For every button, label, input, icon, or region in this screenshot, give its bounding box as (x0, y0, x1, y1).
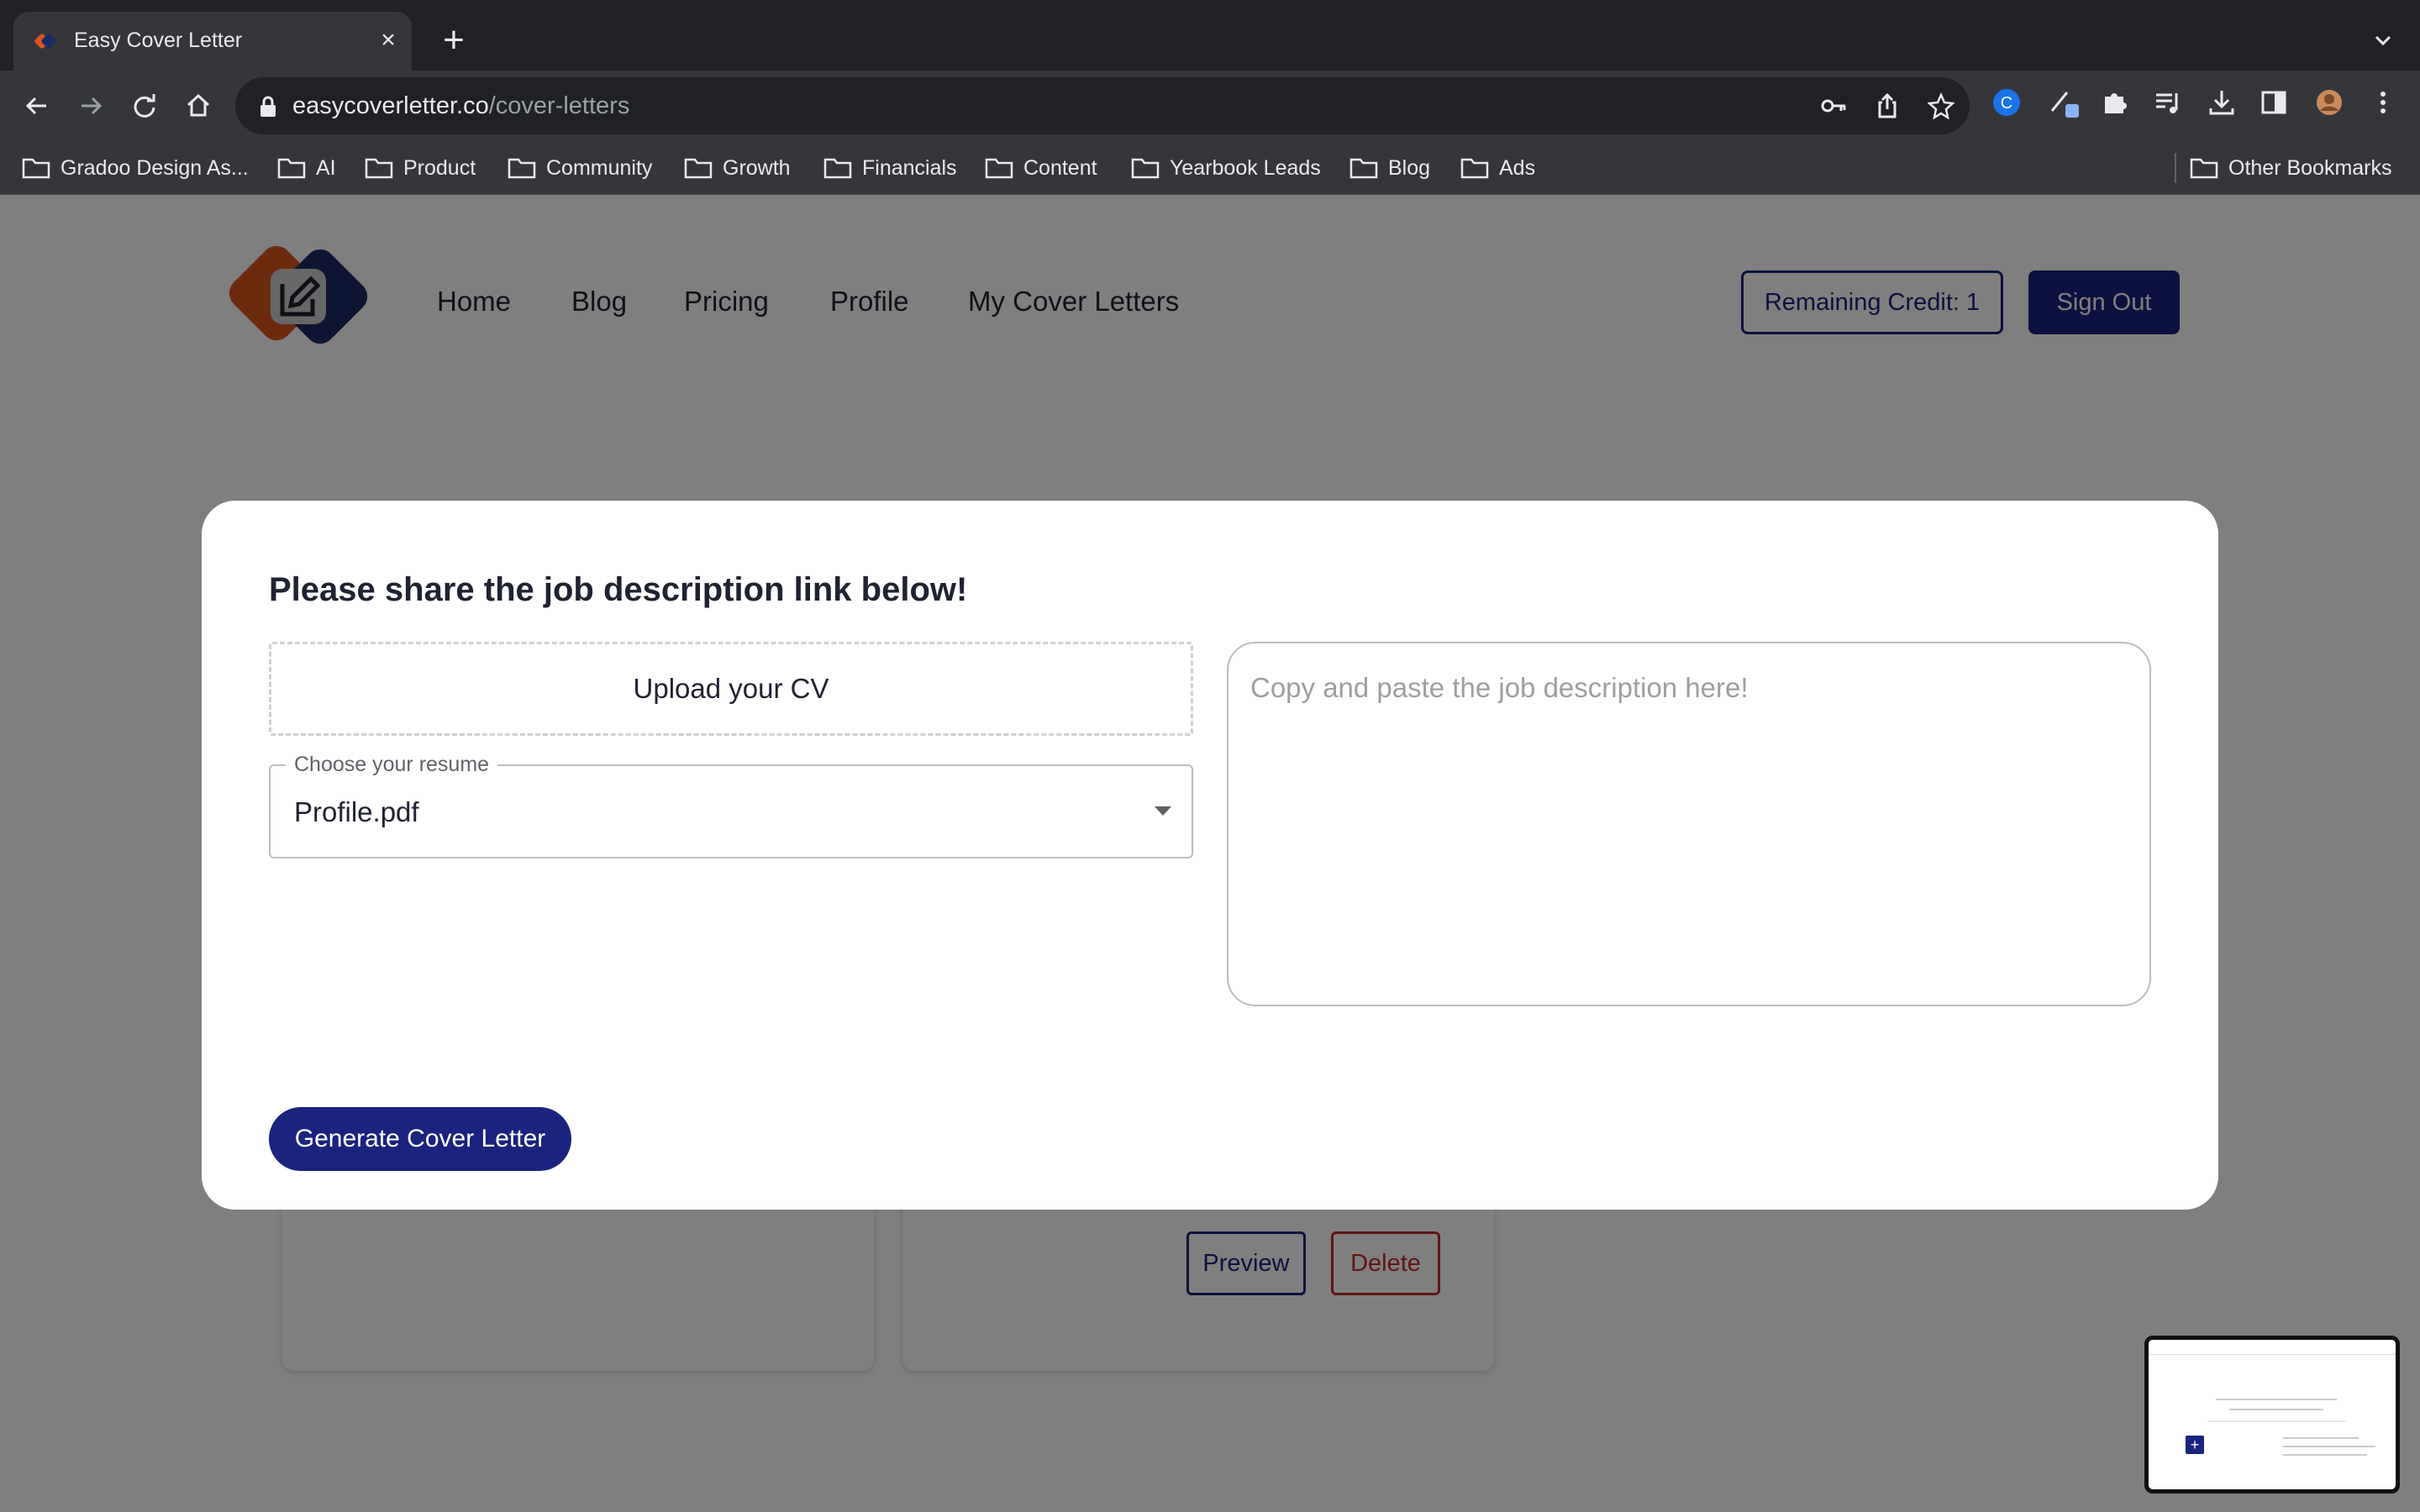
key-icon[interactable] (1818, 91, 1849, 121)
home-icon[interactable] (178, 86, 218, 126)
reload-icon[interactable] (124, 86, 165, 126)
lock-icon (260, 96, 276, 117)
bookmark-folder[interactable]: Financials (823, 153, 957, 183)
bookmark-folder[interactable]: Gradoo Design As... (22, 153, 249, 183)
side-panel-icon[interactable] (2257, 86, 2291, 119)
bookmark-folder[interactable]: Product (365, 153, 476, 183)
folder-icon (684, 158, 713, 179)
back-icon[interactable] (17, 86, 57, 126)
bookmark-folder[interactable]: Ads (1460, 153, 1535, 183)
dropdown-arrow-icon (1155, 806, 1171, 816)
new-tab-icon[interactable]: + (437, 22, 471, 59)
folder-icon (1349, 158, 1378, 179)
svg-text:C: C (2001, 94, 2012, 113)
thumbnail-line (2283, 1446, 2375, 1447)
chevron-down-icon[interactable] (2368, 25, 2398, 55)
folder-icon (985, 158, 1013, 179)
folder-icon (22, 158, 50, 179)
thumbnail-line (2229, 1409, 2323, 1410)
bookmark-folder[interactable]: Content (985, 153, 1097, 183)
job-description-textarea[interactable] (1227, 642, 2151, 1006)
bookmark-folder[interactable]: Yearbook Leads (1131, 153, 1321, 183)
page-viewport: Home Blog Pricing Profile My Cover Lette… (0, 195, 2420, 1512)
bookmark-folder[interactable]: Growth (684, 153, 791, 183)
browser-tab[interactable]: Easy Cover Letter × (13, 12, 412, 71)
folder-icon (277, 158, 306, 179)
bookmark-folder[interactable]: AI (277, 153, 336, 183)
address-bar[interactable]: easycoverletter.co/cover-letters (235, 77, 1970, 134)
thumbnail-header (2149, 1340, 2396, 1355)
generate-cover-letter-button[interactable]: Generate Cover Letter (269, 1107, 571, 1171)
other-bookmarks-folder[interactable]: Other Bookmarks (2190, 153, 2392, 183)
bookmark-folder[interactable]: Blog (1349, 153, 1430, 183)
browser-menu-icon[interactable] (2366, 86, 2400, 119)
url-text: easycoverletter.co/cover-letters (292, 92, 630, 119)
bookmarks-separator (2175, 153, 2176, 183)
folder-icon (823, 158, 852, 179)
share-icon[interactable] (1872, 91, 1902, 121)
upload-cv-dropzone[interactable]: Upload your CV (269, 642, 1193, 736)
thumbnail-line (2216, 1399, 2337, 1400)
resume-select-label: Choose your resume (286, 753, 498, 777)
bookmark-folder[interactable]: Community (508, 153, 652, 183)
resume-select-value: Profile.pdf (294, 796, 419, 827)
thumbnail-line (2207, 1420, 2345, 1422)
bookmarks-bar: Gradoo Design As... AI Product Community… (0, 141, 2420, 195)
extension-c-icon[interactable]: C (1990, 86, 2023, 119)
site-favicon-icon (34, 34, 56, 49)
resume-select[interactable]: Choose your resume Profile.pdf (269, 753, 1193, 858)
thumbnail-plus-icon: + (2186, 1436, 2204, 1454)
tab-title: Easy Cover Letter (74, 29, 243, 52)
browser-tabstrip: Easy Cover Letter × + (0, 0, 2420, 71)
folder-icon (1131, 158, 1160, 179)
folder-icon (1460, 158, 1489, 179)
forward-icon[interactable] (71, 86, 111, 126)
download-icon[interactable] (2205, 86, 2238, 119)
folder-icon (2190, 158, 2218, 179)
thumbnail-line (2283, 1437, 2359, 1439)
folder-icon (508, 158, 536, 179)
screenshot-thumbnail[interactable]: + (2144, 1336, 2400, 1494)
job-description-modal: Please share the job description link be… (202, 501, 2218, 1210)
folder-icon (365, 158, 393, 179)
puzzle-extensions-icon[interactable] (2097, 86, 2131, 119)
modal-title: Please share the job description link be… (269, 571, 968, 608)
profile-avatar-icon[interactable] (2312, 86, 2346, 119)
bookmark-star-icon[interactable] (1926, 91, 1956, 121)
media-queue-icon[interactable] (2151, 86, 2185, 119)
close-tab-icon[interactable]: × (373, 25, 403, 55)
thumbnail-line (2283, 1454, 2367, 1456)
pen-extension-icon[interactable] (2047, 86, 2081, 119)
